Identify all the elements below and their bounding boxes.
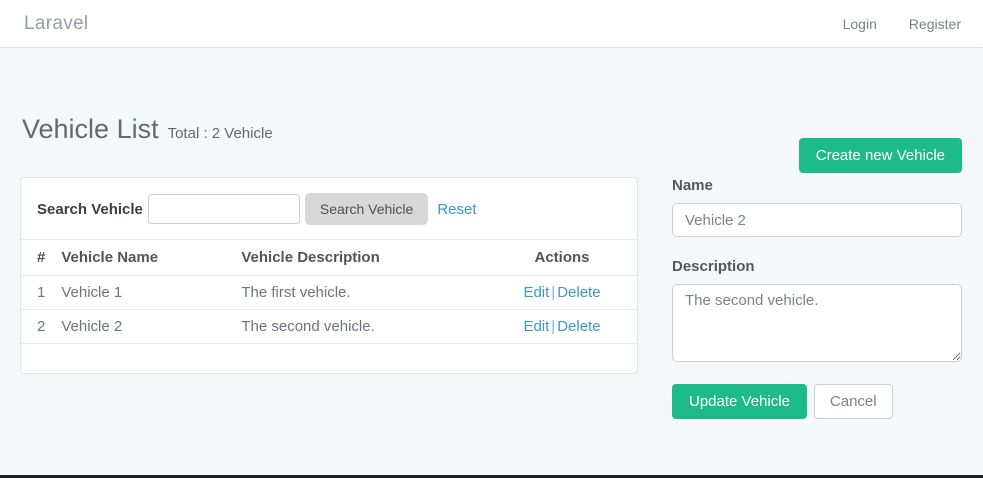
row-vehicle-description: The first vehicle. bbox=[233, 276, 487, 310]
total-count-label: Total : 2 Vehicle bbox=[168, 125, 273, 142]
reset-link[interactable]: Reset bbox=[437, 201, 476, 218]
description-textarea[interactable]: The second vehicle. bbox=[672, 284, 962, 362]
search-input[interactable] bbox=[148, 194, 300, 224]
action-separator: | bbox=[551, 284, 555, 301]
page-title: Vehicle List bbox=[22, 114, 159, 145]
navbar: Laravel Login Register bbox=[0, 0, 983, 48]
navbar-links: Login Register bbox=[843, 16, 961, 32]
delete-link[interactable]: Delete bbox=[557, 318, 600, 335]
vehicle-list-card: Search Vehicle Search Vehicle Reset # Ve… bbox=[20, 177, 638, 374]
edit-link[interactable]: Edit bbox=[523, 284, 549, 301]
row-vehicle-description: The second vehicle. bbox=[233, 310, 487, 344]
row-vehicle-name: Vehicle 1 bbox=[53, 276, 233, 310]
header-actions: Actions bbox=[487, 240, 637, 276]
name-field-group: Name bbox=[672, 177, 962, 237]
description-field-group: Description The second vehicle. bbox=[672, 258, 962, 367]
columns: Search Vehicle Search Vehicle Reset # Ve… bbox=[0, 177, 983, 419]
header-vehicle-name: Vehicle Name bbox=[53, 240, 233, 276]
form-buttons: Update Vehicle Cancel bbox=[672, 384, 962, 419]
row-actions: Edit|Delete bbox=[487, 276, 637, 310]
row-number: 1 bbox=[21, 276, 53, 310]
table-row: 1 Vehicle 1 The first vehicle. Edit|Dele… bbox=[21, 276, 637, 310]
header-vehicle-description: Vehicle Description bbox=[233, 240, 487, 276]
name-label: Name bbox=[672, 177, 962, 194]
row-number: 2 bbox=[21, 310, 53, 344]
search-label: Search Vehicle bbox=[37, 201, 143, 218]
edit-link[interactable]: Edit bbox=[523, 318, 549, 335]
edit-vehicle-form: Name Description The second vehicle. Upd… bbox=[672, 177, 962, 419]
register-link[interactable]: Register bbox=[909, 16, 961, 32]
search-button[interactable]: Search Vehicle bbox=[305, 193, 428, 225]
search-row: Search Vehicle Search Vehicle Reset bbox=[21, 178, 637, 239]
table-header-row: # Vehicle Name Vehicle Description Actio… bbox=[21, 240, 637, 276]
vehicle-table: # Vehicle Name Vehicle Description Actio… bbox=[21, 239, 637, 344]
row-vehicle-name: Vehicle 2 bbox=[53, 310, 233, 344]
main-content: Create new Vehicle Vehicle List Total : … bbox=[0, 114, 983, 419]
login-link[interactable]: Login bbox=[843, 16, 877, 32]
update-vehicle-button[interactable]: Update Vehicle bbox=[672, 384, 807, 419]
action-separator: | bbox=[551, 318, 555, 335]
brand-link[interactable]: Laravel bbox=[24, 13, 88, 35]
name-input[interactable] bbox=[672, 203, 962, 237]
cancel-button[interactable]: Cancel bbox=[814, 384, 893, 419]
table-row: 2 Vehicle 2 The second vehicle. Edit|Del… bbox=[21, 310, 637, 344]
create-new-vehicle-button[interactable]: Create new Vehicle bbox=[799, 138, 962, 173]
delete-link[interactable]: Delete bbox=[557, 284, 600, 301]
header-number: # bbox=[21, 240, 53, 276]
row-actions: Edit|Delete bbox=[487, 310, 637, 344]
description-label: Description bbox=[672, 258, 962, 275]
